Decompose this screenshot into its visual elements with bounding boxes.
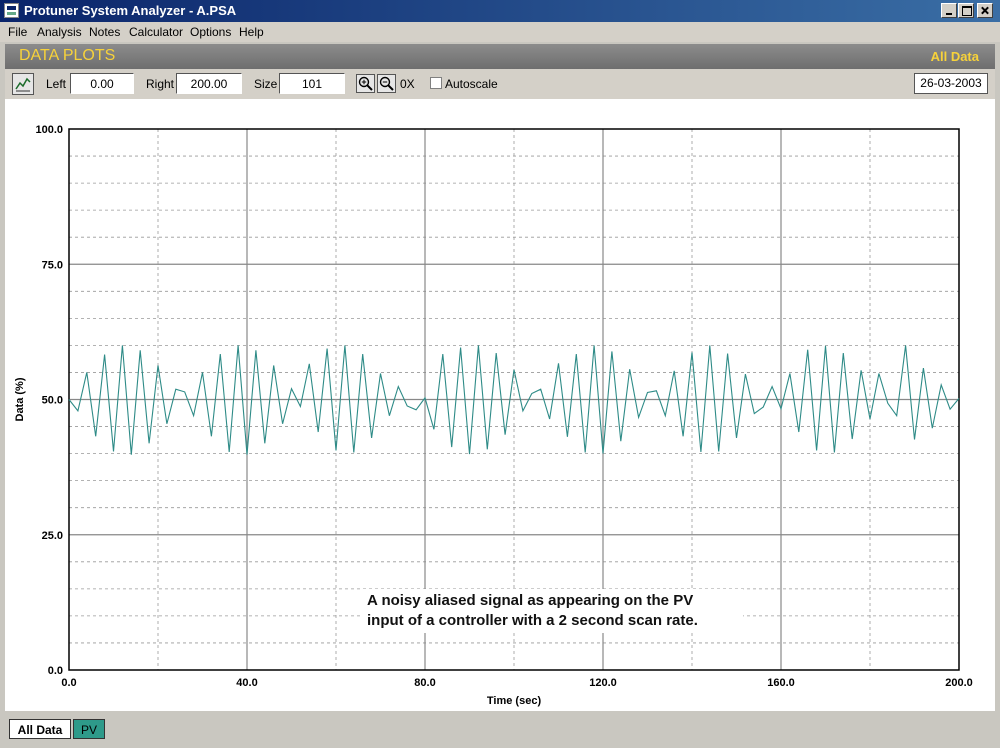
view-label: All Data [930, 49, 979, 64]
x-tick-label: 160.0 [767, 677, 795, 689]
y-axis-label: Data (%) [14, 377, 26, 421]
plot-area: 0.0 25.0 50.0 75.0 100.0 0.0 40.0 80.0 120.0 160.… [5, 99, 995, 711]
y-tick-label: 25.0 [42, 530, 63, 542]
title-bar: Protuner System Analyzer - A.PSA [0, 0, 1000, 22]
panel-title: DATA PLOTS [19, 47, 116, 64]
close-button[interactable] [977, 3, 993, 18]
size-input[interactable] [279, 73, 345, 94]
date-display: 26-03-2003 [914, 73, 988, 94]
chart-annotation: A noisy aliased signal as appearing on t… [361, 589, 743, 633]
menu-notes[interactable]: Notes [89, 25, 120, 39]
tab-bar: All Data PV [5, 711, 995, 741]
menu-options[interactable]: Options [190, 25, 231, 39]
line-chart-icon[interactable] [12, 73, 34, 95]
autoscale-label: Autoscale [445, 77, 498, 91]
left-input[interactable] [70, 73, 134, 94]
y-tick-label: 75.0 [42, 259, 63, 271]
maximize-button[interactable] [958, 3, 974, 18]
menu-analysis[interactable]: Analysis [37, 25, 82, 39]
left-label: Left [46, 77, 67, 91]
zero-x-button[interactable]: 0X [400, 77, 415, 91]
app-icon[interactable] [4, 3, 19, 18]
panel-header: DATA PLOTS All Data [5, 44, 995, 69]
x-tick-label: 40.0 [236, 677, 257, 689]
y-tick-label: 0.0 [48, 665, 63, 677]
x-tick-label: 200.0 [945, 677, 973, 689]
x-axis-label: Time (sec) [487, 695, 542, 707]
menu-help[interactable]: Help [239, 25, 264, 39]
menu-calculator[interactable]: Calculator [129, 25, 183, 39]
window-title: Protuner System Analyzer - A.PSA [24, 3, 237, 18]
x-tick-label: 0.0 [61, 677, 76, 689]
autoscale-checkbox[interactable] [430, 77, 442, 89]
right-input[interactable] [176, 73, 242, 94]
menu-file[interactable]: File [8, 25, 27, 39]
zoom-in-icon[interactable] [356, 74, 375, 93]
menu-bar: File Analysis Notes Calculator Options H… [0, 22, 1000, 42]
zoom-out-icon[interactable] [377, 74, 396, 93]
tab-all-data[interactable]: All Data [9, 719, 71, 739]
y-tick-label: 50.0 [42, 395, 63, 407]
annotation-line-1: A noisy aliased signal as appearing on t… [367, 592, 694, 609]
toolbar: Left Right Size 0X Autoscale 26-03-2003 [5, 69, 995, 99]
minimize-button[interactable] [941, 3, 957, 18]
y-tick-label: 100.0 [35, 124, 63, 136]
right-label: Right [146, 77, 175, 91]
size-label: Size [254, 77, 278, 91]
tab-pv[interactable]: PV [73, 719, 105, 739]
x-tick-label: 120.0 [589, 677, 617, 689]
annotation-line-2: input of a controller with a 2 second sc… [367, 612, 698, 629]
x-tick-label: 80.0 [414, 677, 435, 689]
